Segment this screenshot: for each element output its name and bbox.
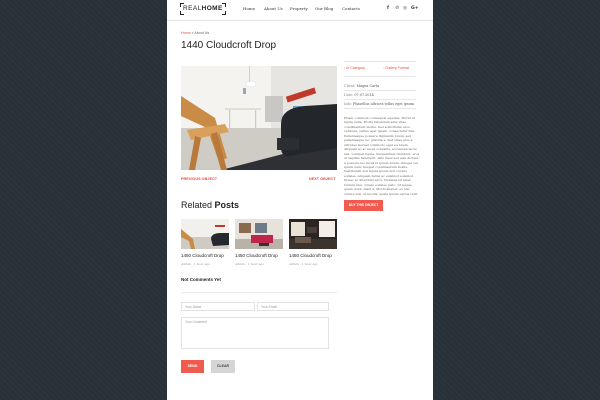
related-post-title[interactable]: 1450 Cloudcroft Drop — [181, 253, 224, 258]
clear-button[interactable]: CLEAR — [211, 360, 235, 373]
gallery-format-link[interactable]: ▫ Gallery Format — [383, 66, 409, 70]
related-post-image[interactable] — [235, 219, 283, 249]
comments-divider — [181, 292, 337, 293]
date-row: Date: 07.07.2014 — [344, 93, 374, 97]
related-post-image[interactable] — [289, 219, 337, 249]
related-posts-heading: Related Posts — [181, 200, 239, 210]
buy-object-button[interactable]: BUY THIS OBJECT — [344, 200, 383, 211]
logo-text-bold: HOME — [201, 5, 223, 12]
google-plus-icon[interactable]: G+ — [411, 6, 418, 11]
related-post-meta: Admin - 1 hour ago — [289, 262, 319, 266]
date-label: Date: — [344, 93, 354, 97]
related-post-title[interactable]: 1450 Cloudcroft Drop — [235, 253, 278, 258]
client-value: Magna Carta — [356, 84, 380, 88]
breadcrumb-current: About Us — [194, 31, 210, 35]
site-header: REALHOME Home About Us Property Our Blog… — [167, 0, 433, 21]
send-button[interactable]: SEND — [181, 360, 204, 373]
date-value: 07.07.2014 — [354, 93, 374, 97]
breadcrumb-home[interactable]: Home — [181, 31, 191, 35]
sidebar-divider — [344, 61, 416, 62]
sidebar-divider — [344, 108, 416, 109]
email-field[interactable]: Your Email — [257, 302, 329, 311]
info-value: Phasellus ultrices tellus eget ipsum — [353, 102, 415, 106]
nav-property[interactable]: Property — [290, 6, 308, 11]
logo-text-light: REAL — [183, 5, 202, 12]
nav-home[interactable]: Home — [243, 6, 255, 11]
comments-heading: Not Comments Yet — [181, 277, 221, 282]
sidebar-divider — [344, 76, 416, 77]
comment-textarea[interactable]: Your Comment — [181, 317, 329, 349]
info-label: Info: — [344, 102, 352, 106]
page-title: 1440 Cloudcroft Drop — [181, 40, 277, 51]
instagram-icon[interactable]: ◎ — [403, 6, 407, 11]
related-post-meta: Admin - 1 hour ago — [181, 262, 211, 266]
client-row: Client: Magna Carta — [344, 84, 379, 88]
related-heading-light: Related — [181, 200, 213, 210]
nav-contacts[interactable]: Contacts — [342, 6, 360, 11]
site-logo[interactable]: REALHOME — [180, 3, 226, 15]
related-post-meta: Admin - 1 hour ago — [235, 262, 265, 266]
client-label: Client: — [344, 84, 356, 88]
category-link[interactable]: ▫ In Category — [344, 66, 365, 70]
name-field[interactable]: Your Name — [181, 302, 255, 311]
related-post-title[interactable]: 1450 Cloudcroft Drop — [289, 253, 332, 258]
property-description: Etiam commodo consequat egestas. Morbi u… — [344, 116, 420, 196]
sidebar-divider — [344, 90, 416, 91]
related-heading-bold: Posts — [214, 200, 240, 210]
facebook-icon[interactable]: f — [387, 6, 389, 11]
page: REALHOME Home About Us Property Our Blog… — [167, 0, 433, 400]
gallery-label: Gallery Format — [385, 66, 410, 70]
related-post-image[interactable] — [181, 219, 229, 249]
previous-object-link[interactable]: PREVIOUS OBJECT — [181, 177, 217, 181]
pinterest-icon[interactable]: ℗ — [395, 6, 400, 11]
next-object-link[interactable]: NEXT OBJECT — [309, 177, 336, 181]
nav-about-us[interactable]: About Us — [264, 6, 283, 11]
breadcrumb: Home » About Us — [181, 31, 209, 35]
property-photo — [181, 66, 337, 170]
info-row: Info: Phasellus ultrices tellus eget ips… — [344, 102, 414, 106]
category-label: In Category — [346, 66, 365, 70]
sidebar-divider — [344, 99, 416, 100]
nav-our-blog[interactable]: Our Blog — [315, 6, 333, 11]
